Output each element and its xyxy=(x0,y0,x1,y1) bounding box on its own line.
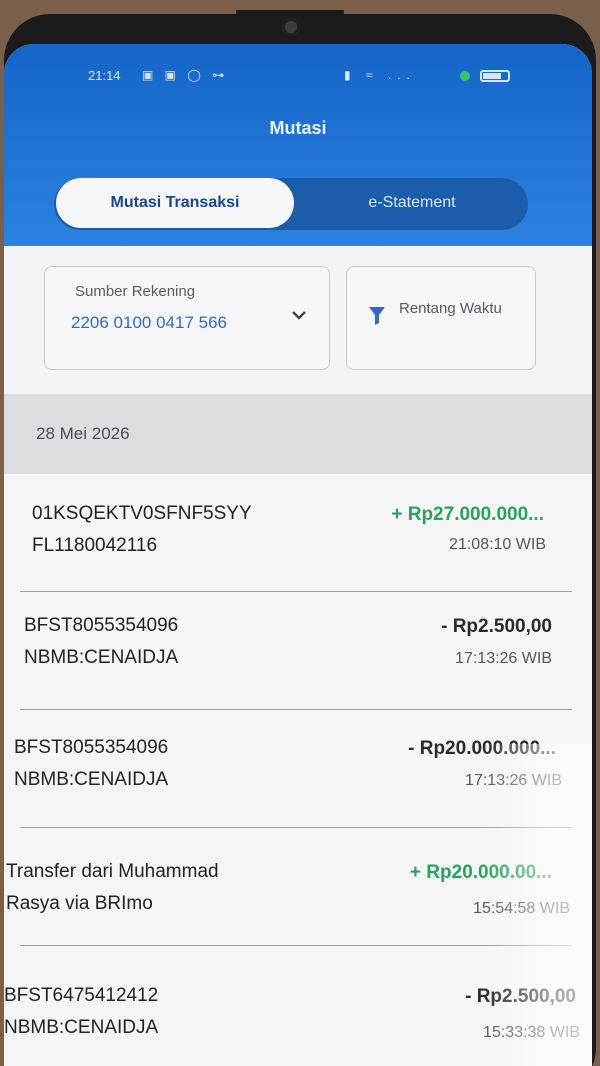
date-range-filter[interactable]: Rentang Waktu xyxy=(346,266,536,370)
front-camera-icon xyxy=(282,18,300,36)
transaction-time: 17:13:26 WIB xyxy=(455,650,552,667)
transaction-row[interactable]: BFST8055354096 NBMB:CENAIDJA - Rp20.000.… xyxy=(4,710,592,828)
notification-icons: ▣ ▣ ◯ ⊶ xyxy=(142,68,229,82)
transaction-amount: + Rp27.000.000... xyxy=(391,504,544,525)
app-header: 21:14 ▣ ▣ ◯ ⊶ ▮ ≈ ... Mutasi Mutasi Tran… xyxy=(4,44,592,246)
phone-frame: 21:14 ▣ ▣ ◯ ⊶ ▮ ≈ ... Mutasi Mutasi Tran… xyxy=(4,10,596,1066)
chevron-down-icon xyxy=(291,305,307,326)
date-range-label: Rentang Waktu xyxy=(399,300,502,317)
transaction-description: BFST6475412412 NBMB:CENAIDJA xyxy=(4,980,158,1044)
transaction-desc-line2: NBMB:CENAIDJA xyxy=(24,647,179,668)
transaction-time: 15:54:58 WIB xyxy=(473,900,570,917)
tab-bar: Mutasi Transaksi e-Statement xyxy=(54,178,528,230)
transaction-amount: - Rp20.000.000... xyxy=(408,738,556,759)
transaction-desc-line2: NBMB:CENAIDJA xyxy=(14,769,169,790)
status-bar: 21:14 ▣ ▣ ◯ ⊶ ▮ ≈ ... xyxy=(4,64,592,88)
source-account-number: 2206 0100 0417 566 xyxy=(71,313,227,332)
status-time: 21:14 xyxy=(88,68,121,83)
date-group-header: 28 Mei 2026 xyxy=(4,394,592,474)
transaction-row[interactable]: BFST8055354096 NBMB:CENAIDJA - Rp2.500,0… xyxy=(4,592,592,710)
transaction-time: 17:13:26 WIB xyxy=(465,772,562,789)
transaction-row[interactable]: BFST6475412412 NBMB:CENAIDJA - Rp2.500,0… xyxy=(4,946,592,1066)
transaction-amount: - Rp2.500,00 xyxy=(465,986,576,1007)
transaction-desc-line1: BFST8055354096 xyxy=(14,737,169,758)
transaction-desc-line1: 01KSQEKTV0SFNF5SYY xyxy=(32,503,252,524)
transaction-time: 21:08:10 WIB xyxy=(449,536,546,553)
transaction-row[interactable]: 01KSQEKTV0SFNF5SYY FL1180042116 + Rp27.0… xyxy=(4,474,592,592)
signal-icons: ▮ ≈ ... xyxy=(344,68,416,82)
transaction-amount: - Rp2.500,00 xyxy=(441,616,552,637)
source-account-label: Sumber Rekening xyxy=(75,283,196,300)
source-account-selector[interactable]: Sumber Rekening 2206 0100 0417 566 xyxy=(44,266,330,370)
transaction-description: BFST8055354096 NBMB:CENAIDJA xyxy=(14,732,168,796)
transaction-time: 15:33:38 WIB xyxy=(483,1024,580,1041)
transaction-row[interactable]: Transfer dari Muhammad Rasya via BRImo +… xyxy=(4,828,592,946)
transaction-amount: + Rp20.000.00... xyxy=(409,862,552,883)
filter-icon xyxy=(369,307,385,325)
date-group-label: 28 Mei 2026 xyxy=(36,424,130,443)
tab-e-statement[interactable]: e-Statement xyxy=(304,178,520,228)
privacy-indicator-icon xyxy=(460,71,470,81)
tab-mutasi-transaksi[interactable]: Mutasi Transaksi xyxy=(56,178,294,228)
transaction-desc-line2: NBMB:CENAIDJA xyxy=(4,1017,159,1038)
transaction-desc-line1: BFST6475412412 xyxy=(4,985,159,1006)
filter-section: Sumber Rekening 2206 0100 0417 566 Renta… xyxy=(4,246,592,394)
transaction-desc-line2: Rasya via BRImo xyxy=(6,893,153,914)
transaction-desc-line2: FL1180042116 xyxy=(32,535,158,556)
transaction-description: BFST8055354096 NBMB:CENAIDJA xyxy=(24,610,178,674)
transaction-desc-line1: BFST8055354096 xyxy=(24,615,179,636)
page-title: Mutasi xyxy=(269,118,327,138)
transaction-description: Transfer dari Muhammad Rasya via BRImo xyxy=(6,856,219,920)
transaction-description: 01KSQEKTV0SFNF5SYY FL1180042116 xyxy=(32,498,252,562)
battery-icon xyxy=(480,70,510,82)
app-screen: 21:14 ▣ ▣ ◯ ⊶ ▮ ≈ ... Mutasi Mutasi Tran… xyxy=(4,44,592,1066)
transaction-desc-line1: Transfer dari Muhammad xyxy=(6,861,219,882)
